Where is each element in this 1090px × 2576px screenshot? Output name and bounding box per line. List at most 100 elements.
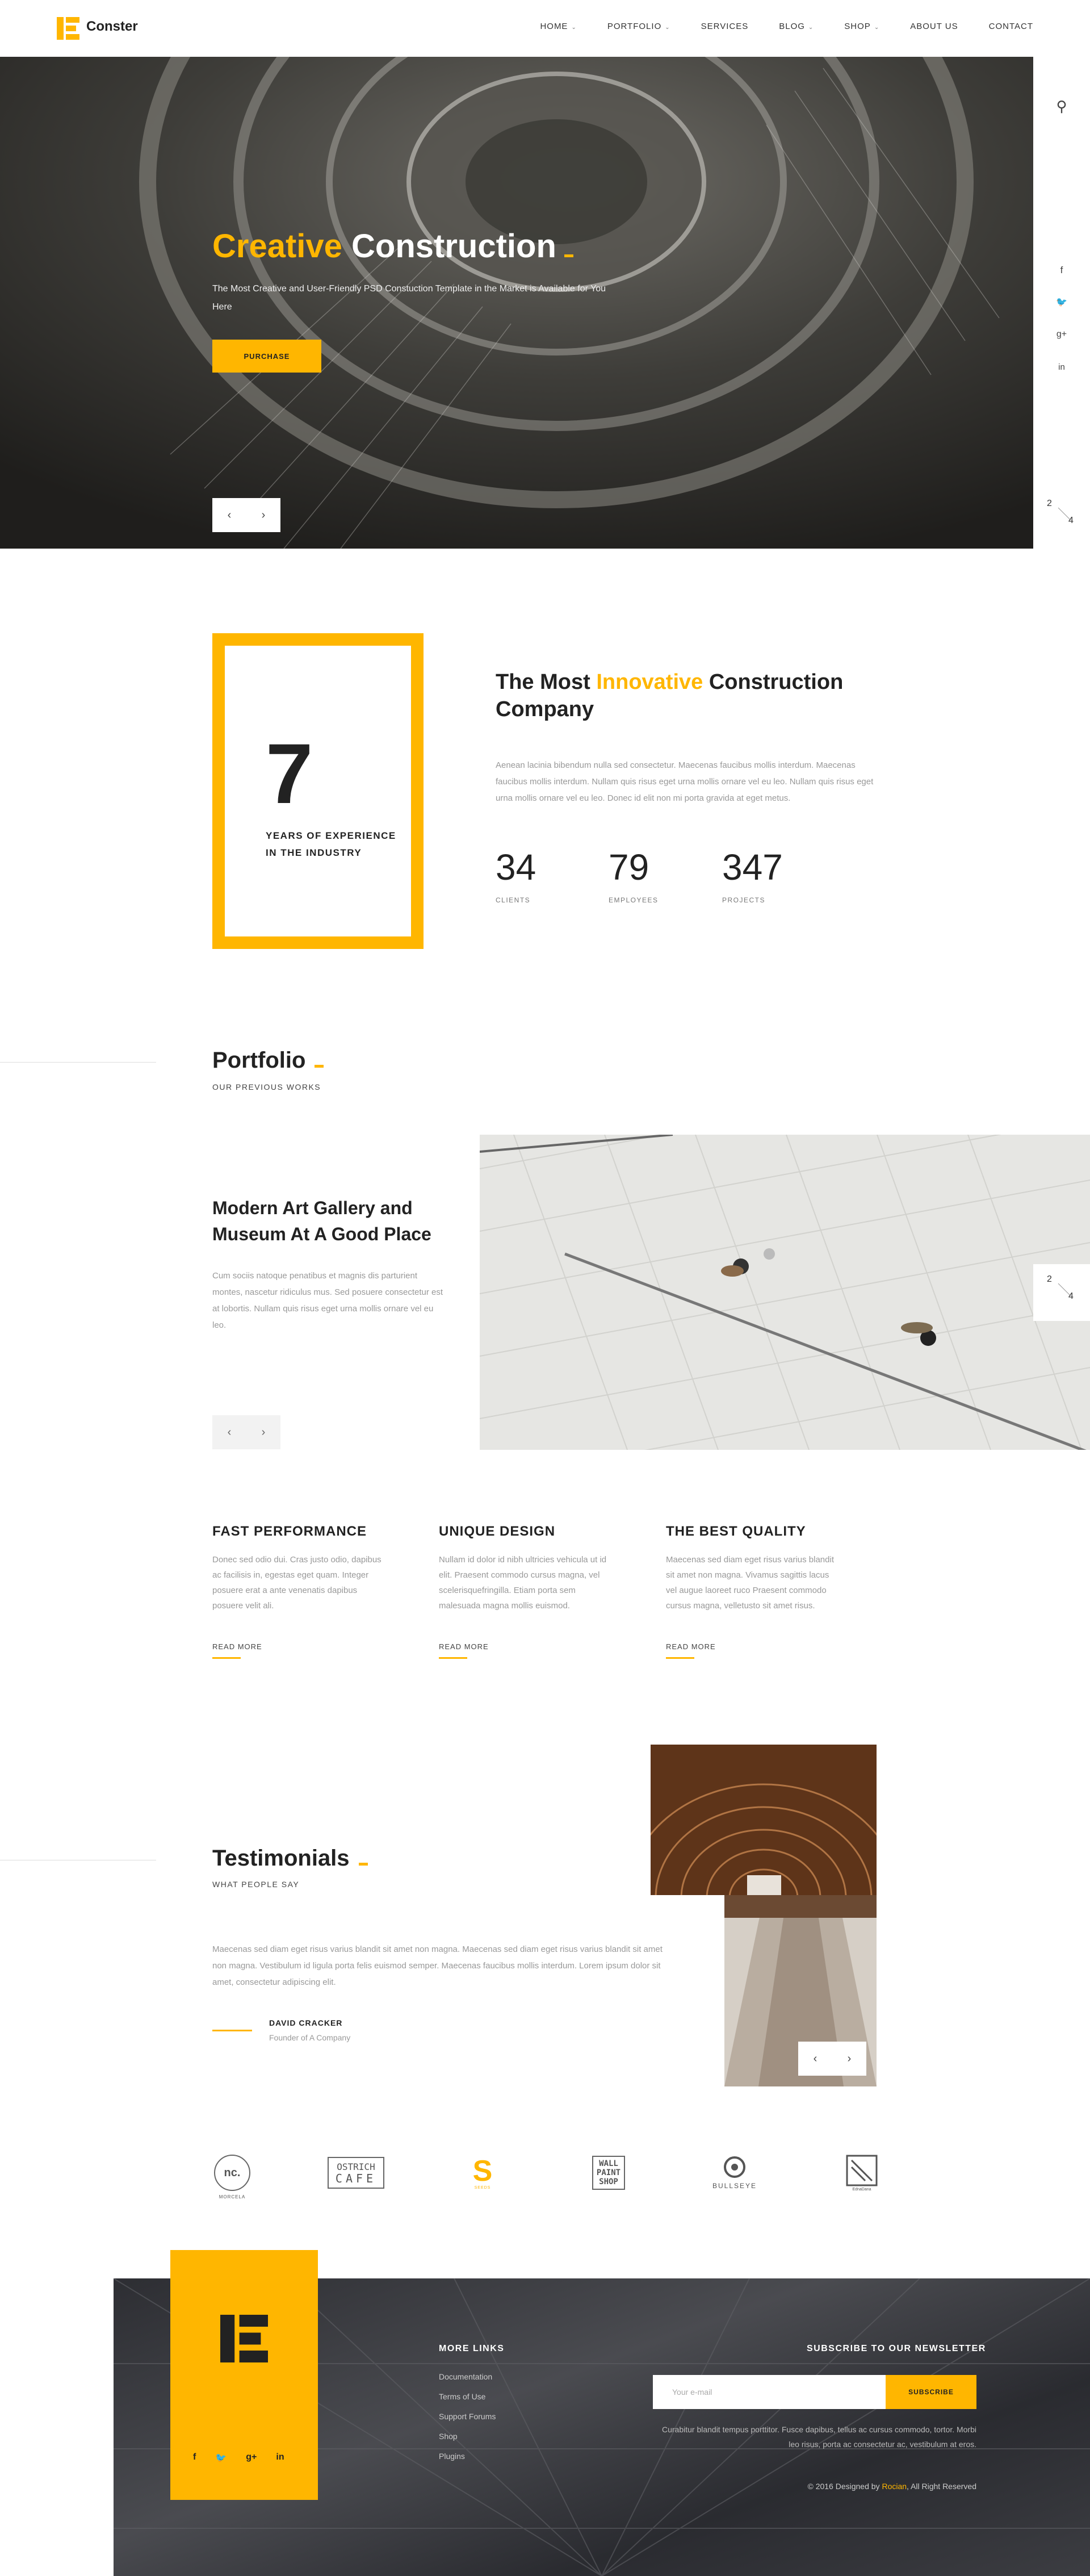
newsletter-title: SUBSCRIBE TO OUR NEWSLETTER: [807, 2344, 986, 2353]
footer-logo-card: f 🐦 g+ in: [170, 2250, 318, 2500]
chevron-right-icon[interactable]: ›: [832, 2042, 866, 2076]
read-more-link[interactable]: READ MORE: [439, 1642, 489, 1651]
nav-about-us[interactable]: ABOUT US: [910, 22, 958, 31]
chevron-right-icon[interactable]: ›: [246, 1415, 280, 1449]
years-label: YEARS OF EXPERIENCE IN THE INDUSTRY: [266, 827, 396, 862]
site-header: Conster HOME ⌄ PORTFOLIO ⌄ SERVICES BLOG ⌄ …: [0, 0, 1090, 57]
testimonials-title-text: Testimonials: [212, 1846, 350, 1871]
hero-slider: Creative Construction The Most Creative …: [0, 57, 1033, 549]
nc-logo-text: nc.: [224, 2166, 241, 2179]
about-heading-pre: The Most: [496, 670, 590, 694]
portfolio-pager: 2 4: [1033, 1264, 1090, 1321]
nc-logo-circle: nc.: [214, 2155, 250, 2191]
client-logo-s[interactable]: S SEEDS: [463, 2150, 502, 2196]
purchase-button[interactable]: PURCHASE: [212, 340, 321, 373]
title-dash-decoration: [564, 254, 573, 257]
chevron-left-icon[interactable]: ‹: [212, 1415, 246, 1449]
feature-text: Nullam id dolor id nibh ultricies vehicu…: [439, 1555, 607, 1611]
testimonial-slider-arrows: ‹ ›: [798, 2042, 866, 2076]
google-plus-icon[interactable]: g+: [1033, 329, 1090, 340]
facebook-icon[interactable]: f: [193, 2452, 196, 2464]
read-more-underline: [439, 1657, 467, 1659]
stat-projects-value: 347: [722, 847, 783, 888]
project-title: Modern Art Gallery and Museum At A Good …: [212, 1198, 431, 1244]
ostrich-logo-line-2: CAFE: [335, 2172, 377, 2185]
chevron-left-icon[interactable]: ‹: [212, 498, 246, 532]
hero-title: Creative Construction: [212, 227, 573, 265]
logo-icon[interactable]: [57, 17, 79, 40]
about-heading: The Most Innovative Construction Company: [496, 668, 904, 723]
nav-portfolio[interactable]: PORTFOLIO ⌄: [607, 22, 670, 31]
footer-link-plugins[interactable]: Plugins: [439, 2452, 465, 2461]
facebook-icon[interactable]: f: [1033, 265, 1090, 276]
search-icon[interactable]: ⚲: [1033, 98, 1090, 115]
wall-logo-line-2: PAINT: [596, 2168, 621, 2177]
client-logo-bullseye[interactable]: BULLSEYE: [706, 2150, 763, 2196]
years-label-line-2: IN THE INDUSTRY: [266, 847, 362, 858]
copyright-brand-link[interactable]: Rocian: [882, 2482, 907, 2491]
nav-home[interactable]: HOME ⌄: [540, 22, 576, 31]
chevron-down-icon: ⌄: [571, 24, 577, 31]
portfolio-project-image[interactable]: [480, 1135, 1090, 1450]
title-dash-decoration: [358, 1863, 368, 1866]
footer-logo-icon[interactable]: [220, 2315, 268, 2362]
subscribe-button[interactable]: SUBSCRIBE: [886, 2375, 976, 2409]
google-plus-icon[interactable]: g+: [246, 2452, 257, 2464]
bullseye-logo-text: BULLSEYE: [712, 2182, 757, 2190]
hero-pager-total: 4: [1068, 516, 1074, 525]
tunnel-photo: [651, 1745, 877, 1895]
nav-services[interactable]: SERVICES: [701, 22, 749, 31]
hero-title-rest: Construction: [351, 228, 556, 265]
newsletter-email-input[interactable]: [653, 2375, 886, 2409]
chevron-right-icon[interactable]: ›: [246, 498, 280, 532]
wall-logo-line-1: WALL: [599, 2159, 618, 2168]
linkedin-icon[interactable]: in: [1033, 362, 1090, 372]
years-number: 7: [266, 726, 313, 821]
client-logo-ednadana[interactable]: EdnaDana: [845, 2150, 879, 2196]
footer-link-support[interactable]: Support Forums: [439, 2412, 496, 2421]
portfolio-subtitle: OUR PREVIOUS WORKS: [212, 1082, 321, 1092]
footer-link-shop[interactable]: Shop: [439, 2432, 458, 2441]
feature-title: THE BEST QUALITY: [666, 1524, 806, 1539]
stat-employees-value: 79: [609, 847, 649, 888]
logo-text[interactable]: Conster: [86, 19, 138, 35]
chevron-down-icon: ⌄: [808, 24, 814, 31]
read-more-link[interactable]: READ MORE: [212, 1642, 262, 1651]
newsletter-text: Curabitur blandit tempus porttitor. Fusc…: [661, 2425, 976, 2449]
stat-employees-label: EMPLOYEES: [609, 896, 659, 904]
plaza-photo: [480, 1135, 1090, 1450]
testimonial-image-top: [651, 1745, 877, 1895]
client-logo-wall-paint-shop[interactable]: WALL PAINT SHOP: [588, 2150, 630, 2196]
linkedin-icon[interactable]: in: [276, 2452, 284, 2464]
footer-link-terms[interactable]: Terms of Use: [439, 2392, 485, 2401]
client-logo-nc[interactable]: nc. MORCELA: [212, 2150, 252, 2199]
portfolio-pager-total: 4: [1068, 1291, 1074, 1301]
testimonial-role: Founder of A Company: [269, 2033, 351, 2042]
portfolio-pager-current: 2: [1047, 1274, 1052, 1284]
testimonial-quote: Maecenas sed diam eget risus varius blan…: [212, 1944, 663, 1987]
section-divider-line: [0, 1062, 156, 1063]
twitter-icon[interactable]: 🐦: [215, 2452, 227, 2464]
feature-text: Maecenas sed diam eget risus varius blan…: [666, 1555, 834, 1611]
chevron-down-icon: ⌄: [665, 24, 670, 31]
twitter-icon[interactable]: 🐦: [1033, 296, 1090, 308]
chevron-left-icon[interactable]: ‹: [798, 2042, 832, 2076]
client-logo-ostrich-cafe[interactable]: OSTRICH CAFE: [319, 2150, 393, 2196]
ostrich-logo-frame: OSTRICH CAFE: [327, 2157, 385, 2189]
ostrich-logo-line-1: OSTRICH: [337, 2161, 375, 2172]
stat-projects-label: PROJECTS: [722, 896, 766, 904]
project-text: Cum sociis natoque penatibus et magnis d…: [212, 1271, 443, 1330]
portfolio-slider-arrows: ‹ ›: [212, 1415, 280, 1449]
wall-logo-line-3: SHOP: [599, 2177, 618, 2186]
hero-subtitle: The Most Creative and User-Friendly PSD …: [212, 284, 606, 312]
experience-box: 7 YEARS OF EXPERIENCE IN THE INDUSTRY: [212, 633, 424, 949]
nav-blog[interactable]: BLOG ⌄: [779, 22, 814, 31]
hero-title-accent: Creative: [212, 228, 342, 265]
read-more-link[interactable]: READ MORE: [666, 1642, 716, 1651]
side-rail: ⚲ f 🐦 g+ in 2 4: [1033, 57, 1090, 549]
feature-text: Donec sed odio dui. Cras justo odio, dap…: [212, 1555, 382, 1611]
testimonials-subtitle: WHAT PEOPLE SAY: [212, 1880, 300, 1889]
footer-link-documentation[interactable]: Documentation: [439, 2372, 492, 2381]
nav-shop[interactable]: SHOP ⌄: [844, 22, 879, 31]
nav-contact[interactable]: CONTACT: [989, 22, 1033, 31]
